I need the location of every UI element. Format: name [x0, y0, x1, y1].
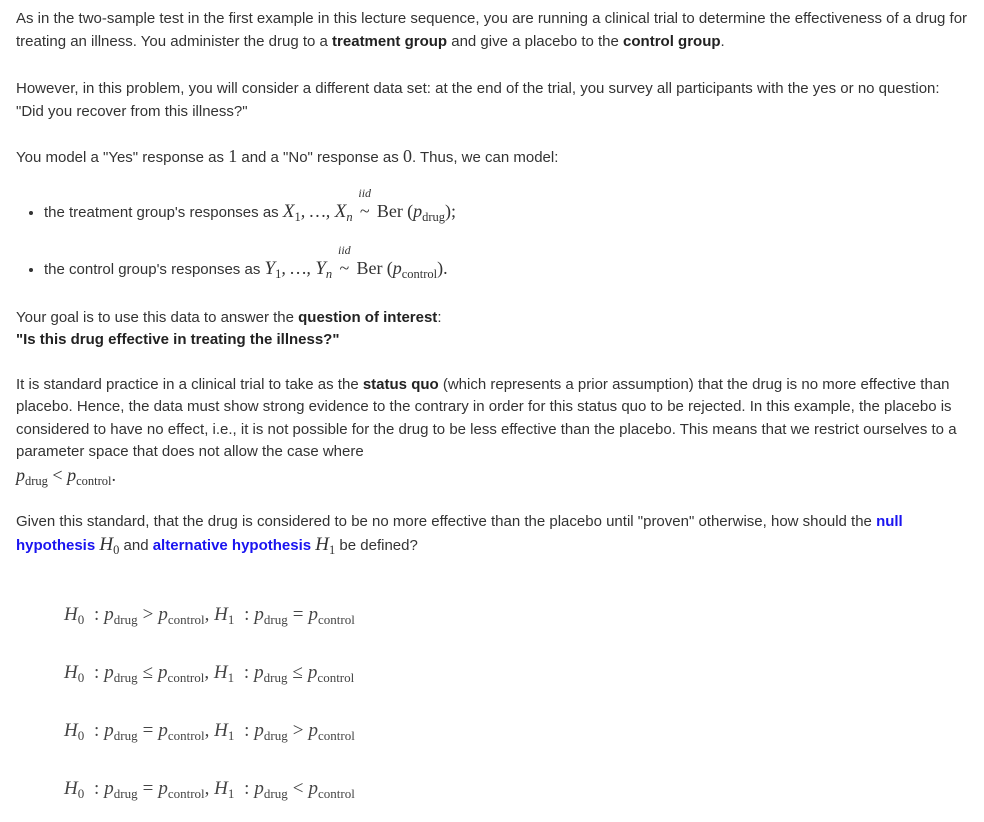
math-param: (pcontrol): [386, 258, 444, 281]
math-param: (pdrug): [407, 200, 451, 224]
text: and a "No" response as: [237, 149, 403, 166]
answer-option[interactable]: H0 : pdrug = pcontrol, H1 : pdrug > pcontrol: [64, 720, 355, 743]
model-paragraph: You model a "Yes" response as 1 and a "N…: [16, 145, 968, 170]
question-paragraph: Given this standard, that the drug is co…: [16, 513, 903, 557]
alternative-hypothesis-term: alternative hypothesis: [152, 536, 312, 554]
text: . Thus, we can model:: [411, 149, 559, 166]
question-of-interest: "Is this drug effective in treating the …: [16, 331, 340, 348]
h0-operator: >: [142, 604, 154, 625]
math-h0: H0: [99, 533, 120, 557]
h1-operator: ≤: [292, 662, 303, 683]
list-item-control: the control group's responses as Y1, …, …: [44, 243, 968, 282]
math-h1: H1: [315, 533, 336, 557]
text: Your goal is to use this data to answer …: [16, 308, 299, 326]
h0-operator: ≤: [142, 662, 154, 683]
dataset-paragraph: However, in this problem, you will consi…: [16, 80, 940, 120]
h1-operator: <: [292, 778, 304, 799]
h0-operator: =: [142, 778, 154, 799]
status-quo-paragraph: It is standard practice in a clinical tr…: [16, 374, 968, 489]
math-constraint: pdrug < pcontrol.: [16, 464, 116, 488]
text: .: [720, 32, 725, 50]
text: and give a placebo to the: [447, 32, 624, 50]
math-one: 1: [228, 146, 238, 166]
goal-paragraph: Your goal is to use this data to answer …: [16, 308, 442, 349]
text: You model a "Yes" response as: [16, 149, 229, 166]
text: the treatment group's responses as: [44, 203, 283, 221]
text: Given this standard, that the drug is co…: [16, 513, 877, 530]
math-sequence: X1, …, Xn: [282, 200, 353, 224]
intro-paragraph: As in the two-sample test in the first e…: [16, 8, 968, 53]
question-of-interest-term: question of interest: [298, 308, 438, 326]
h1-operator: >: [292, 720, 304, 741]
answer-option[interactable]: H0 : pdrug > pcontrol, H1 : pdrug = pcontrol: [64, 604, 355, 627]
list-item-treatment: the treatment group's responses as X1, ……: [44, 185, 968, 225]
status-quo-term: status quo: [362, 375, 439, 393]
iid-tilde: iid ~: [338, 243, 351, 278]
h1-operator: =: [292, 604, 304, 625]
text: It is standard practice in a clinical tr…: [16, 375, 363, 393]
math-zero: 0: [402, 146, 412, 166]
answer-option[interactable]: H0 : pdrug = pcontrol, H1 : pdrug < pcontrol: [64, 778, 355, 801]
model-list: the treatment group's responses as X1, ……: [16, 185, 968, 282]
ber-label: Ber: [376, 200, 403, 221]
h0-operator: =: [142, 720, 154, 741]
text: the control group's responses as: [44, 261, 265, 278]
answer-option[interactable]: H0 : pdrug ≤ pcontrol, H1 : pdrug ≤ pcontrol: [64, 662, 354, 685]
ber-label: Ber: [356, 258, 383, 278]
problem-content: As in the two-sample test in the first e…: [0, 0, 984, 557]
iid-tilde: iid ~: [358, 185, 372, 221]
treatment-group-term: treatment group: [332, 32, 448, 50]
control-group-term: control group: [623, 32, 721, 50]
math-sequence: Y1, …, Yn: [264, 258, 333, 281]
